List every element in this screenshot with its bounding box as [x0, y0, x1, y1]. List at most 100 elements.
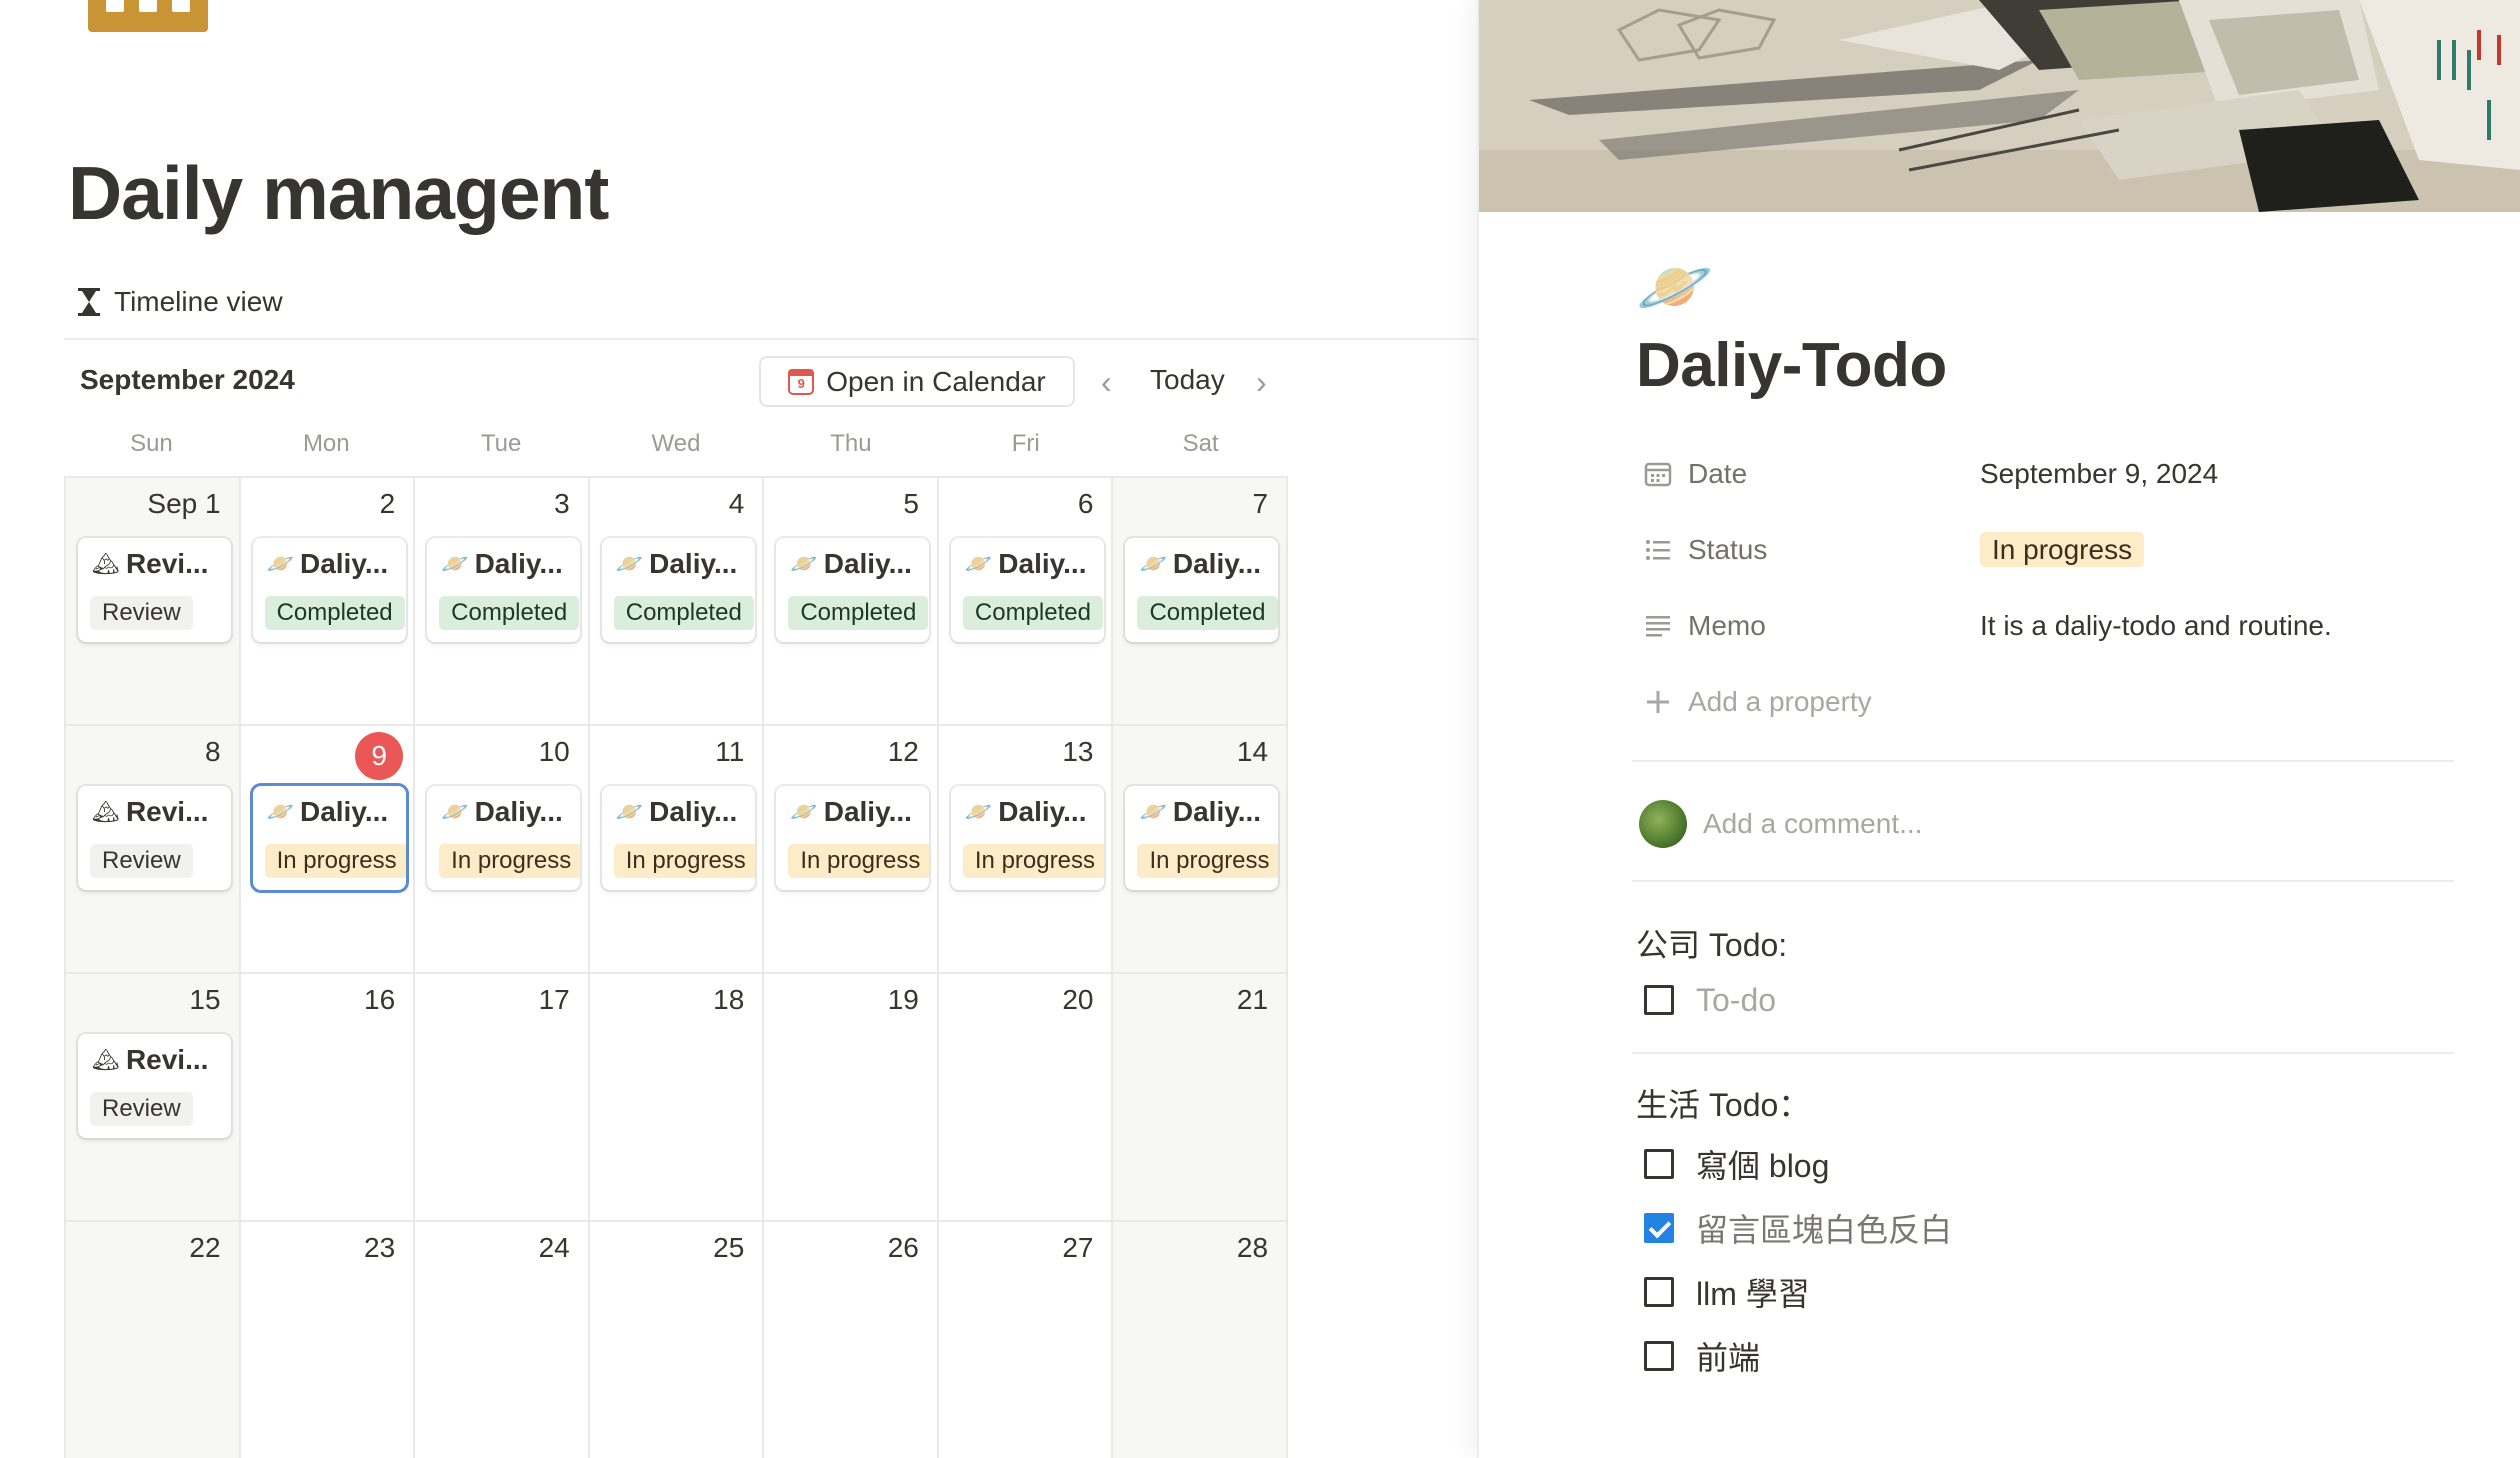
event-title-text: Daliy...	[474, 548, 563, 579]
calendar-day[interactable]: 17	[415, 974, 590, 1222]
calendar-day[interactable]: 8 🏔 Revi... Review	[66, 726, 241, 974]
property-date[interactable]: Date September 9, 2024	[1644, 452, 2464, 496]
day-number: 4	[728, 488, 745, 519]
day-number: 2	[379, 488, 396, 519]
todo-text[interactable]: llm 學習	[1696, 1269, 1810, 1315]
event-title: 🏔 Revi...	[92, 548, 226, 580]
todo-item[interactable]: 前端	[1644, 1334, 1760, 1378]
cover-image[interactable]	[1479, 0, 2520, 212]
calendar-day[interactable]: 23	[240, 1222, 416, 1458]
saturn-icon: 🪐	[790, 799, 818, 824]
todo-text[interactable]: 留言區塊白色反白	[1696, 1205, 1952, 1251]
todo-text[interactable]: 前端	[1696, 1333, 1760, 1379]
event-card[interactable]: 🪐 Daliy... Completed	[601, 538, 755, 642]
calendar-day[interactable]: 27	[938, 1222, 1114, 1458]
event-card[interactable]: 🪐 Daliy... In progress	[427, 786, 581, 890]
event-card[interactable]: 🪐 Daliy... Completed	[950, 538, 1104, 642]
calendar-day[interactable]: 12 🪐 Daliy... In progress	[764, 726, 939, 974]
todo-text[interactable]: 寫個 blog	[1696, 1141, 1829, 1187]
company-todo-heading[interactable]: 公司 Todo:	[1636, 920, 1787, 966]
day-number: 12	[887, 736, 919, 767]
event-card[interactable]: 🪐 Daliy... In progress	[950, 786, 1104, 890]
status-badge[interactable]: In progress	[1980, 532, 2145, 567]
event-card[interactable]: 🪐 Daliy... In progress	[776, 786, 930, 890]
property-memo[interactable]: Memo It is a daliy-todo and routine.	[1644, 604, 2464, 648]
calendar-day[interactable]: 11 🪐 Daliy... In progress	[589, 726, 765, 974]
todo-text[interactable]: To-do	[1696, 982, 1776, 1019]
todo-item[interactable]: 留言區塊白色反白	[1644, 1206, 1952, 1250]
date-value[interactable]: September 9, 2024	[1980, 458, 2218, 490]
calendar-day[interactable]: 19	[764, 974, 939, 1222]
calendar-day[interactable]: 5 🪐 Daliy... Completed	[764, 478, 939, 726]
saturn-icon[interactable]: 🪐	[1636, 252, 1713, 324]
event-card[interactable]: 🏔 Revi... Review	[78, 1034, 231, 1138]
event-title-text: Daliy...	[474, 796, 563, 827]
property-status[interactable]: Status In progress	[1644, 528, 2464, 572]
calendar-day[interactable]: 18	[589, 974, 765, 1222]
calendar-day[interactable]: 10 🪐 Daliy... In progress	[415, 726, 590, 974]
event-card[interactable]: 🪐 Daliy... Completed	[776, 538, 930, 642]
calendar-day[interactable]: Sep 1 🏔 Revi... Review	[66, 478, 241, 726]
page-title[interactable]: Daily managent	[68, 150, 609, 236]
event-card[interactable]: 🪐 Daliy... Completed	[427, 538, 581, 642]
calendar-day[interactable]: 22	[66, 1222, 241, 1458]
event-card[interactable]: 🏔 Revi... Review	[78, 538, 231, 642]
calendar-day[interactable]: 6 🪐 Daliy... Completed	[938, 478, 1114, 726]
calendar-day[interactable]: 14 🪐 Daliy... In progress	[1113, 726, 1289, 974]
calendar-day[interactable]: 16	[240, 974, 416, 1222]
avatar	[1639, 800, 1687, 848]
mountain-icon: 🏔	[92, 799, 120, 824]
calendar-day[interactable]: 21	[1113, 974, 1289, 1222]
calendar-day[interactable]: 3 🪐 Daliy... Completed	[415, 478, 590, 726]
todo-item[interactable]: llm 學習	[1644, 1270, 1810, 1314]
divider	[64, 338, 1479, 340]
plus-icon	[1644, 688, 1672, 716]
page-icon[interactable]	[88, 0, 208, 32]
todo-item[interactable]: 寫個 blog	[1644, 1142, 1829, 1186]
calendar-day[interactable]: 20	[938, 974, 1114, 1222]
event-title-text: Daliy...	[299, 796, 389, 827]
calendar-day[interactable]: 28	[1113, 1222, 1289, 1458]
event-title: 🪐 Daliy...	[267, 796, 401, 828]
calendar-day[interactable]: 26	[764, 1222, 939, 1458]
weekday-label: Fri	[1011, 430, 1040, 457]
event-card[interactable]: 🪐 Daliy... Completed	[1125, 538, 1279, 642]
calendar-day[interactable]: 24	[415, 1222, 590, 1458]
calendar-day[interactable]: 13 🪐 Daliy... In progress	[938, 726, 1114, 974]
comment-input[interactable]: Add a comment...	[1703, 808, 1922, 840]
event-title-text: Daliy...	[1172, 548, 1262, 579]
todo-checkbox[interactable]	[1644, 1341, 1674, 1371]
event-card[interactable]: 🏔 Revi... Review	[78, 786, 231, 890]
event-card[interactable]: 🪐 Daliy... Completed	[252, 538, 406, 642]
calendar-day[interactable]: 9 🪐 Daliy... In progress	[240, 726, 416, 974]
todo-checkbox[interactable]	[1644, 1149, 1674, 1179]
calendar-day[interactable]: 2 🪐 Daliy... Completed	[240, 478, 416, 726]
todo-checkbox[interactable]	[1644, 1213, 1674, 1243]
life-todo-heading[interactable]: 生活 Todo：	[1636, 1080, 1810, 1126]
divider	[1632, 1052, 2454, 1054]
open-in-calendar-button[interactable]: 9 Open in Calendar	[759, 356, 1075, 407]
todo-checkbox[interactable]	[1644, 985, 1674, 1015]
calendar-day[interactable]: 15 🏔 Revi... Review	[66, 974, 241, 1222]
mountain-icon: 🏔	[92, 551, 120, 576]
weekday-label: Sun	[130, 430, 173, 457]
todo-item[interactable]: To-do	[1644, 978, 1776, 1022]
chevron-left-icon[interactable]: ‹	[1101, 364, 1112, 400]
event-title: 🏔 Revi...	[92, 796, 226, 828]
event-title-text: Revi...	[125, 796, 209, 827]
today-button[interactable]: Today	[1150, 364, 1225, 396]
event-title: 🪐 Daliy...	[790, 548, 924, 580]
day-number: 13	[1062, 736, 1094, 767]
calendar-day[interactable]: 7 🪐 Daliy... Completed	[1113, 478, 1289, 726]
event-card[interactable]: 🪐 Daliy... In progress	[252, 786, 406, 890]
chevron-right-icon[interactable]: ›	[1256, 364, 1267, 400]
event-card[interactable]: 🪐 Daliy... In progress	[601, 786, 755, 890]
calendar-day[interactable]: 25	[589, 1222, 765, 1458]
doc-title[interactable]: Daliy-Todo	[1636, 330, 1947, 401]
memo-value[interactable]: It is a daliy-todo and routine.	[1980, 610, 2332, 642]
calendar-day[interactable]: 4 🪐 Daliy... Completed	[589, 478, 765, 726]
tab-timeline-view[interactable]: Timeline view	[78, 282, 283, 322]
event-card[interactable]: 🪐 Daliy... In progress	[1125, 786, 1279, 890]
add-property-button[interactable]: Add a property	[1644, 680, 2464, 724]
todo-checkbox[interactable]	[1644, 1277, 1674, 1307]
